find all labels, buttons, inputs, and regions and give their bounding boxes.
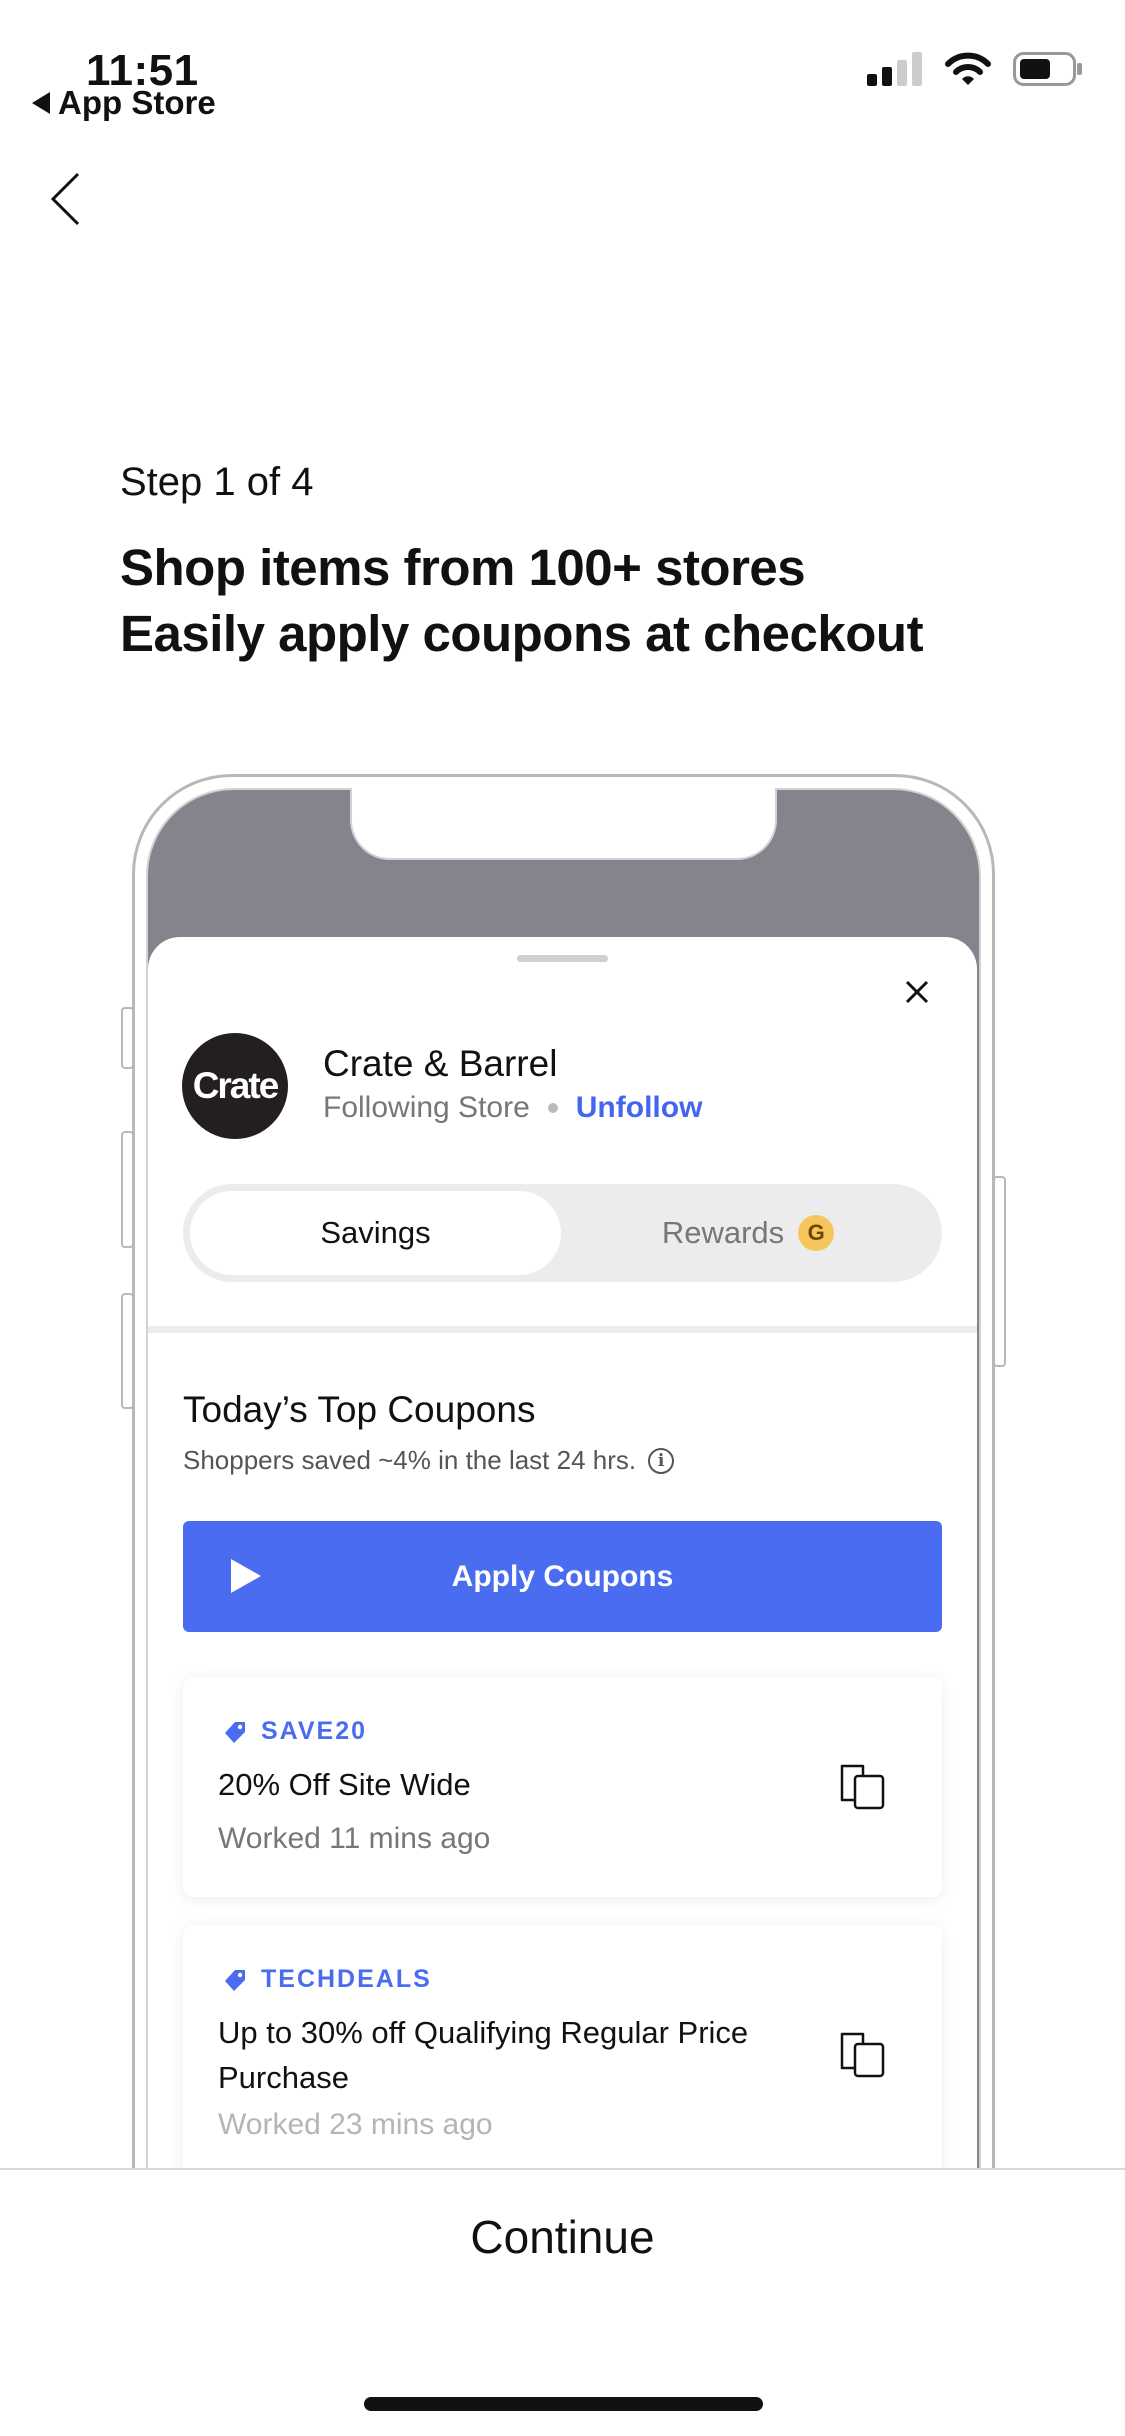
tab-rewards-label: Rewards: [661, 1215, 785, 1250]
status-icons: [867, 52, 1083, 86]
back-triangle-icon: [32, 92, 50, 114]
step-indicator: Step 1 of 4: [120, 460, 314, 504]
close-icon[interactable]: [900, 975, 934, 1009]
headline: Shop items from 100+ stores Easily apply…: [120, 535, 924, 667]
store-sheet: Crate Crate & Barrel Following Store Unf…: [148, 937, 977, 2168]
footer-divider: [0, 2168, 1125, 2170]
segmented-control: Savings Rewards G: [183, 1184, 942, 1282]
store-logo: Crate: [182, 1033, 288, 1139]
coupon-title: 20% Off Site Wide: [218, 1767, 471, 1802]
coupon-worked-time: Worked 11 mins ago: [218, 1822, 491, 1855]
headline-line-1: Shop items from 100+ stores: [120, 539, 806, 596]
back-app-label: App Store: [58, 84, 216, 121]
coupon-code-text: SAVE20: [261, 1717, 368, 1745]
apply-coupons-label: Apply Coupons: [451, 1559, 674, 1593]
coupon-card[interactable]: SAVE20 20% Off Site Wide Worked 11 mins …: [183, 1677, 942, 1897]
section-title: Today’s Top Coupons: [183, 1389, 536, 1430]
coupon-code: SAVE20: [223, 1717, 367, 1746]
tag-icon: [225, 1721, 245, 1743]
wifi-icon: [945, 52, 991, 85]
tab-savings-label: Savings: [320, 1215, 431, 1250]
store-follow-row: Following Store Unfollow: [323, 1091, 702, 1125]
separator-dot: [547, 1103, 558, 1113]
home-indicator[interactable]: [364, 2397, 763, 2411]
chevron-left-icon[interactable]: [45, 170, 85, 228]
copy-icon[interactable]: [837, 2030, 887, 2080]
coupon-title: Up to 30% off Qualifying Regular Price P…: [218, 2015, 749, 2095]
section-divider: [148, 1326, 977, 1333]
battery-icon: [1013, 52, 1082, 86]
unfollow-link[interactable]: Unfollow: [576, 1091, 703, 1125]
continue-button[interactable]: Continue: [0, 2210, 1125, 2264]
apply-coupons-button[interactable]: Apply Coupons: [183, 1521, 942, 1632]
coupon-code-text: TECHDEALS: [261, 1965, 432, 1993]
copy-icon[interactable]: [837, 1762, 887, 1812]
coupon-code: TECHDEALS: [223, 1965, 432, 1994]
play-icon: [231, 1559, 261, 1593]
coupon-card[interactable]: TECHDEALS Up to 30% off Qualifying Regul…: [183, 1925, 942, 2168]
headline-line-2: Easily apply coupons at checkout: [120, 605, 924, 662]
coin-icon: G: [798, 1215, 835, 1251]
sheet-handle[interactable]: [517, 955, 608, 962]
coupon-worked-time: Worked 23 mins ago: [218, 2108, 493, 2141]
signal-icon: [867, 52, 922, 86]
store-name: Crate & Barrel: [323, 1043, 558, 1084]
follow-status: Following Store: [323, 1091, 530, 1124]
tab-rewards[interactable]: Rewards G: [561, 1191, 935, 1275]
phone-illustration: Crate Crate & Barrel Following Store Unf…: [0, 700, 1125, 2168]
back-to-app-store[interactable]: App Store: [32, 84, 216, 122]
savings-stat: Shoppers saved ~4% in the last 24 hrs.: [183, 1445, 637, 1475]
tag-icon: [225, 1969, 245, 1991]
section-subtitle: Shoppers saved ~4% in the last 24 hrs. i: [183, 1445, 675, 1476]
info-icon[interactable]: i: [648, 1447, 675, 1474]
phone-notch: [350, 788, 777, 860]
tab-savings[interactable]: Savings: [190, 1191, 561, 1275]
